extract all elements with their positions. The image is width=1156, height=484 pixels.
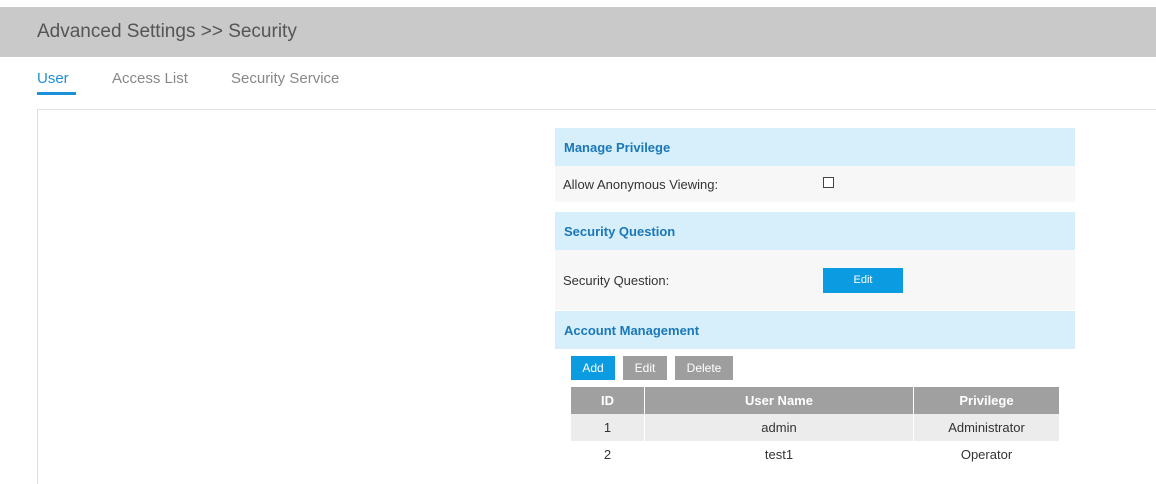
users-table: ID User Name Privilege 1 admin Administr…	[571, 387, 1059, 468]
tab-access-list[interactable]: Access List	[112, 70, 188, 87]
security-question-edit-button[interactable]: Edit	[823, 268, 903, 293]
security-question-label: Security Question:	[563, 273, 670, 288]
account-management-header: Account Management	[555, 311, 1075, 349]
account-management-title: Account Management	[564, 323, 700, 338]
delete-user-button[interactable]: Delete	[675, 356, 733, 380]
manage-privilege-title: Manage Privilege	[564, 140, 671, 155]
column-header-privilege[interactable]: Privilege	[913, 387, 1059, 414]
security-question-title: Security Question	[564, 224, 676, 239]
cell-privilege: Operator	[913, 441, 1059, 468]
security-question-header: Security Question	[555, 212, 1075, 250]
page-title: Advanced Settings >> Security	[37, 21, 297, 42]
tab-security-service[interactable]: Security Service	[231, 70, 339, 87]
page-header: Advanced Settings >> Security	[0, 7, 1156, 57]
add-user-button[interactable]: Add	[571, 356, 615, 380]
cell-user-name: test1	[644, 441, 914, 468]
users-table-header-row: ID User Name Privilege	[571, 387, 1059, 414]
content-frame-border	[37, 110, 38, 484]
table-row[interactable]: 1 admin Administrator	[571, 414, 1059, 441]
cell-id: 2	[571, 441, 645, 468]
cell-user-name: admin	[644, 414, 914, 441]
column-header-user-name[interactable]: User Name	[644, 387, 914, 414]
cell-id: 1	[571, 414, 645, 441]
column-header-id[interactable]: ID	[571, 387, 645, 414]
tab-user[interactable]: User	[37, 70, 69, 87]
active-tab-indicator	[37, 92, 76, 95]
cell-privilege: Administrator	[913, 414, 1059, 441]
tab-divider	[37, 109, 1156, 110]
anonymous-viewing-label: Allow Anonymous Viewing:	[563, 177, 719, 192]
anonymous-viewing-checkbox[interactable]	[823, 177, 834, 188]
manage-privilege-header: Manage Privilege	[555, 128, 1075, 166]
edit-user-button[interactable]: Edit	[623, 356, 667, 380]
table-row[interactable]: 2 test1 Operator	[571, 441, 1059, 468]
